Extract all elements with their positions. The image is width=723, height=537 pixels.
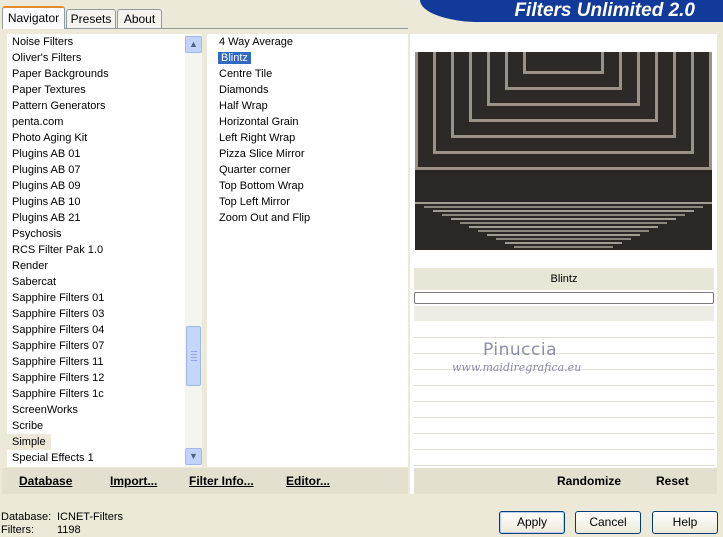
preview-image	[415, 52, 712, 250]
category-item[interactable]: Sapphire Filters 11	[7, 354, 185, 370]
category-item[interactable]: Sabercat	[7, 274, 185, 290]
chevron-down-icon: ▼	[189, 451, 198, 461]
filter-item[interactable]: Diamonds	[207, 82, 408, 98]
filter-item-label: Pizza Slice Mirror	[219, 148, 305, 160]
parameter-slider-row	[414, 418, 714, 434]
category-item[interactable]: Special Effects 1	[7, 450, 185, 466]
navigator-bottom-bar: Database Import... Filter Info... Editor…	[2, 468, 408, 494]
database-status-label: Database:	[1, 511, 52, 523]
filters-count-value: 1198	[57, 524, 81, 536]
preview-bottom-bar: Randomize Reset	[414, 468, 717, 494]
parameter-slider-row	[414, 402, 714, 418]
category-item[interactable]: Render	[7, 258, 185, 274]
tab-about[interactable]: About	[117, 9, 162, 28]
parameter-slider-row	[414, 322, 714, 338]
database-link[interactable]: Database	[19, 474, 72, 488]
help-button[interactable]: Help	[652, 511, 718, 534]
filter-item[interactable]: Blintz	[207, 50, 408, 66]
database-status-value: ICNET-Filters	[57, 511, 123, 523]
category-item[interactable]: Psychosis	[7, 226, 185, 242]
apply-button[interactable]: Apply	[499, 511, 565, 534]
filter-item-label: 4 Way Average	[219, 36, 293, 48]
filter-item-label: Top Left Mirror	[219, 196, 290, 208]
parameter-slider-row	[414, 338, 714, 354]
filter-item[interactable]: Half Wrap	[207, 98, 408, 114]
watermark-url: www.maidiregrafica.eu	[452, 361, 582, 374]
filter-item-label: Half Wrap	[219, 100, 268, 112]
category-scrollbar[interactable]: ▲ ▼	[185, 34, 202, 467]
category-item[interactable]: Sapphire Filters 01	[7, 290, 185, 306]
filter-item[interactable]: Centre Tile	[207, 66, 408, 82]
category-item[interactable]: Photo Aging Kit	[7, 130, 185, 146]
category-item[interactable]: Sapphire Filters 1c	[7, 386, 185, 402]
title-banner: Filters Unlimited 2.0	[420, 0, 723, 22]
filter-info-link[interactable]: Filter Info...	[189, 474, 254, 488]
filter-item[interactable]: Top Left Mirror	[207, 194, 408, 210]
randomize-link[interactable]: Randomize	[557, 474, 621, 488]
category-list[interactable]: Noise Filters Oliver's Filters Paper Backg…	[7, 34, 185, 467]
category-item[interactable]: penta.com	[7, 114, 185, 130]
filter-item-label: Centre Tile	[219, 68, 273, 80]
app-title: Filters Unlimited 2.0	[514, 0, 695, 21]
filter-item[interactable]: Left Right Wrap	[207, 130, 408, 146]
category-item[interactable]: Plugins AB 10	[7, 194, 185, 210]
category-item[interactable]: Plugins AB 21	[7, 210, 185, 226]
filter-item-label: Left Right Wrap	[219, 132, 296, 144]
import-link[interactable]: Import...	[110, 474, 157, 488]
category-item[interactable]: Paper Textures	[7, 82, 185, 98]
filter-item[interactable]: Zoom Out and Flip	[207, 210, 408, 226]
category-item[interactable]: Sapphire Filters 04	[7, 322, 185, 338]
parameter-slider-row	[414, 386, 714, 402]
filter-item[interactable]: Pizza Slice Mirror	[207, 146, 408, 162]
parameter-slider-row	[414, 306, 714, 321]
filters-count-label: Filters:	[1, 524, 34, 536]
reset-link[interactable]: Reset	[656, 474, 689, 488]
tab-presets[interactable]: Presets	[66, 9, 116, 28]
tab-navigator[interactable]: Navigator	[2, 6, 65, 29]
filter-item-label: Horizontal Grain	[219, 116, 299, 128]
filter-item-label: Zoom Out and Flip	[219, 212, 311, 224]
category-item[interactable]: Sapphire Filters 12	[7, 370, 185, 386]
parameter-slider-row	[414, 450, 714, 466]
category-item[interactable]: ScreenWorks	[7, 402, 185, 418]
watermark-name: Pinuccia	[483, 340, 557, 360]
category-item[interactable]: Plugins AB 07	[7, 162, 185, 178]
category-item[interactable]: Simple	[7, 434, 51, 450]
category-item[interactable]: Noise Filters	[7, 34, 185, 50]
category-item[interactable]: Oliver's Filters	[7, 50, 185, 66]
filter-item-label: Quarter corner	[219, 164, 291, 176]
filter-item[interactable]: Horizontal Grain	[207, 114, 408, 130]
chevron-up-icon: ▲	[189, 39, 198, 49]
filter-item[interactable]: 4 Way Average	[207, 34, 408, 50]
progress-bar	[414, 292, 714, 304]
filter-item-label: Blintz	[218, 52, 251, 64]
editor-link[interactable]: Editor...	[286, 474, 330, 488]
category-item[interactable]: Scribe	[7, 418, 185, 434]
scroll-down-button[interactable]: ▼	[185, 448, 202, 465]
filter-item-label: Diamonds	[219, 84, 269, 96]
category-item[interactable]: Pattern Generators	[7, 98, 185, 114]
category-item[interactable]: Plugins AB 09	[7, 178, 185, 194]
filter-list[interactable]: 4 Way Average Blintz Centre Tile Diamonds Ha…	[207, 34, 408, 467]
filter-item[interactable]: Quarter corner	[207, 162, 408, 178]
scroll-up-button[interactable]: ▲	[185, 36, 202, 53]
current-filter-label: Blintz	[414, 268, 714, 290]
category-item[interactable]: Plugins AB 01	[7, 146, 185, 162]
cancel-button[interactable]: Cancel	[575, 511, 641, 534]
parameter-sliders	[414, 306, 714, 466]
category-item[interactable]: Sapphire Filters 03	[7, 306, 185, 322]
category-item[interactable]: RCS Filter Pak 1.0	[7, 242, 185, 258]
filter-item-label: Top Bottom Wrap	[219, 180, 304, 192]
scroll-thumb[interactable]	[186, 326, 201, 386]
filter-item[interactable]: Top Bottom Wrap	[207, 178, 408, 194]
category-item[interactable]: Sapphire Filters 07	[7, 338, 185, 354]
parameter-slider-row	[414, 434, 714, 450]
category-item[interactable]: Paper Backgrounds	[7, 66, 185, 82]
